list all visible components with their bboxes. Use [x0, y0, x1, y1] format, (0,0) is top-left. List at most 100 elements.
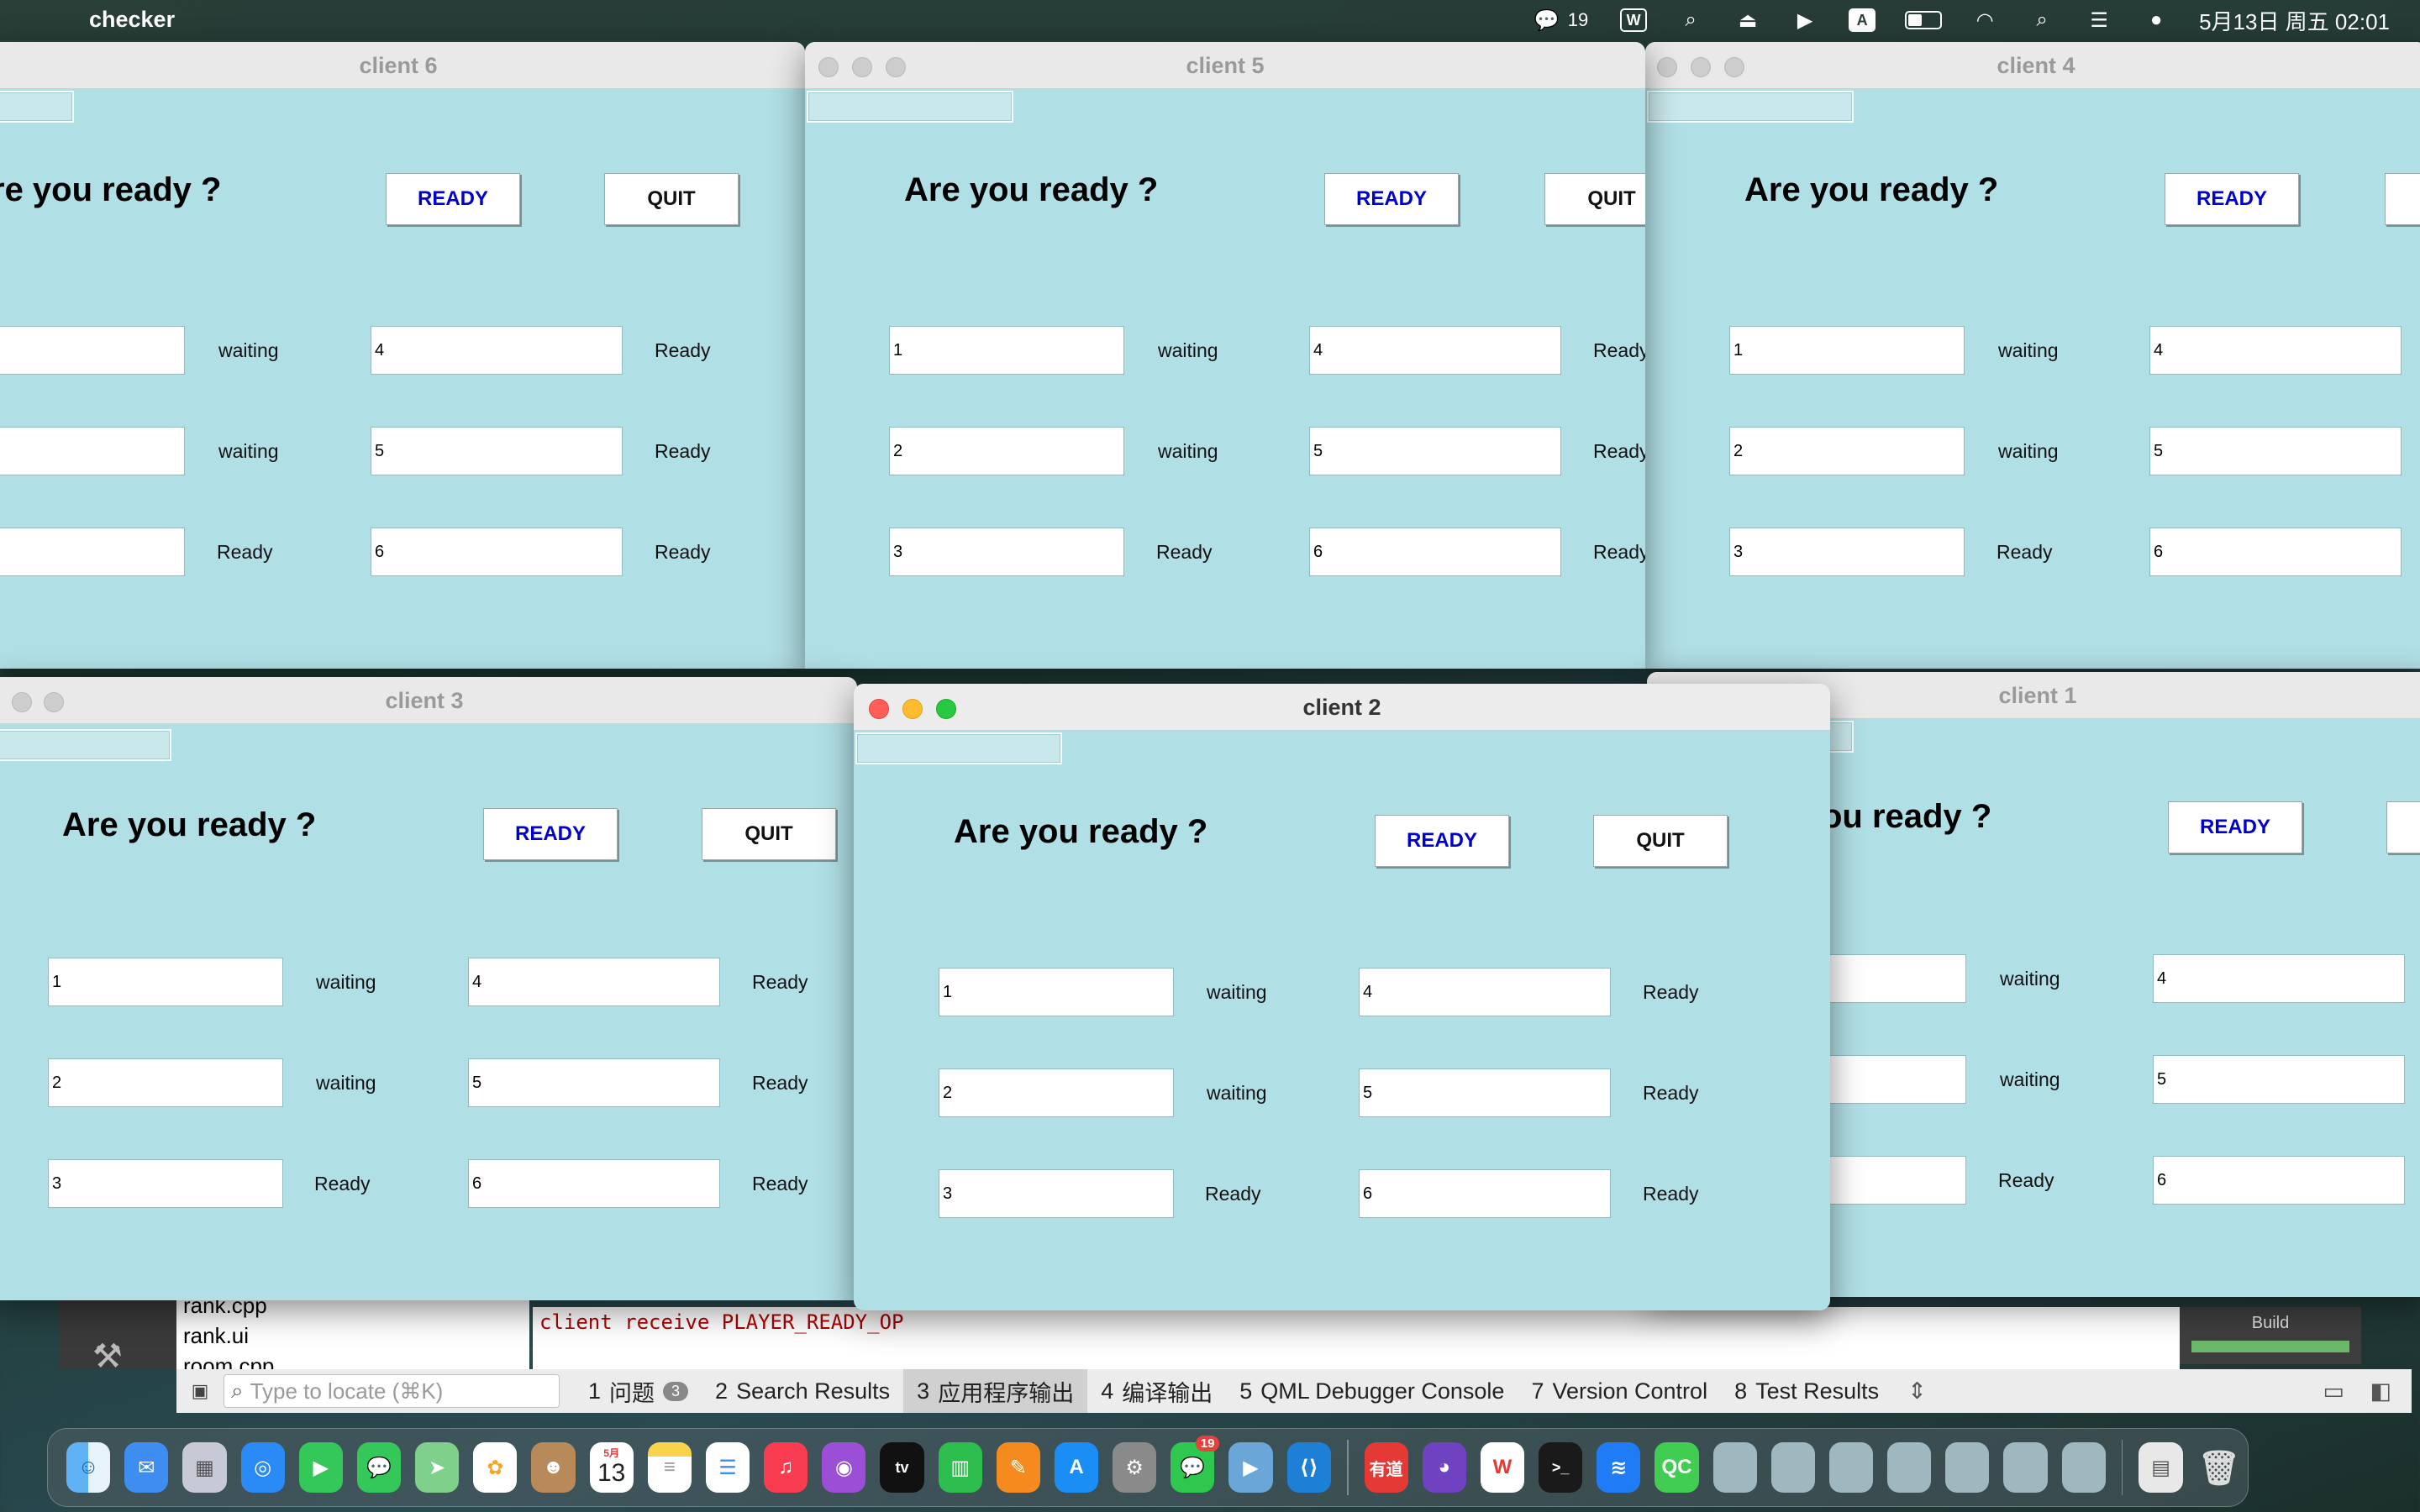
safari-icon[interactable]: ◎ — [240, 1442, 285, 1493]
player-slot-6[interactable]: 6 — [468, 1159, 720, 1208]
github-desktop-icon[interactable]: ◕ — [1422, 1442, 1466, 1493]
spotlight-search-icon[interactable]: ⌕ — [2028, 8, 2056, 32]
app-window-icon[interactable] — [1770, 1442, 1815, 1493]
tab-test-results[interactable]: 8 Test Results — [1721, 1369, 1892, 1413]
quit-button[interactable] — [2385, 173, 2420, 225]
player-slot-5[interactable]: 5 — [371, 427, 623, 475]
minimize-button[interactable] — [852, 57, 872, 77]
app-window-icon[interactable] — [1887, 1442, 1932, 1493]
minimize-button[interactable] — [902, 699, 923, 719]
player-slot-1[interactable]: 1 — [939, 968, 1174, 1016]
window-title[interactable]: client 3 — [0, 677, 857, 724]
app-store-icon[interactable]: A — [1054, 1442, 1099, 1493]
podcasts-icon[interactable]: ◉ — [822, 1442, 866, 1493]
app-window-icon[interactable] — [2061, 1442, 2106, 1493]
ready-button[interactable]: READY — [1375, 815, 1509, 867]
terminal-icon[interactable]: >_ — [1539, 1442, 1583, 1493]
tab-application-output[interactable]: 3 应用程序输出 — [903, 1369, 1088, 1413]
menu-clock[interactable]: 5月13日 周五 02:01 — [2199, 5, 2390, 36]
quit-button[interactable] — [2386, 801, 2420, 853]
window-title[interactable]: client 6 — [0, 42, 805, 89]
player-slot-5[interactable]: 5 — [1309, 427, 1561, 475]
player-slot-5[interactable]: 5 — [1359, 1068, 1611, 1117]
ready-button[interactable]: READY — [483, 808, 618, 860]
player-slot-5[interactable]: 5 — [468, 1058, 720, 1107]
messages-icon[interactable]: 💬 — [356, 1442, 402, 1493]
player-slot-6[interactable]: 6 — [2149, 528, 2402, 576]
tab-issues[interactable]: 1 问题 3 — [575, 1369, 702, 1413]
close-button[interactable] — [818, 57, 839, 77]
player-slot-2[interactable] — [0, 427, 185, 475]
player-slot-2[interactable]: 2 — [939, 1068, 1174, 1117]
zoom-button[interactable] — [886, 57, 906, 77]
player-slot-6[interactable]: 6 — [2153, 1156, 2405, 1205]
system-preferences-icon[interactable]: ⚙ — [1113, 1442, 1157, 1493]
player-slot-3[interactable]: 3 — [889, 528, 1124, 576]
file-item[interactable]: rank.ui — [183, 1320, 529, 1351]
quit-button[interactable]: QUIT — [1593, 815, 1728, 867]
wifi-icon[interactable]: ◠ — [1970, 8, 1999, 32]
player-slot-3[interactable]: 3 — [939, 1169, 1174, 1218]
eject-icon[interactable]: ⏏ — [1733, 8, 1762, 32]
top-input-field[interactable] — [807, 91, 1013, 123]
wps-status-icon[interactable]: W — [1619, 8, 1648, 32]
player-slot-6[interactable]: 6 — [371, 528, 623, 576]
downloads-stack-icon[interactable]: ▤ — [2139, 1442, 2183, 1493]
player-slot-3[interactable] — [0, 528, 185, 576]
close-button[interactable] — [1657, 57, 1677, 77]
youdao-icon[interactable]: 有道 — [1364, 1442, 1408, 1493]
ready-button[interactable]: READY — [386, 173, 520, 225]
window-title[interactable]: client 2 — [854, 684, 1830, 731]
app-window-icon[interactable] — [1712, 1442, 1757, 1493]
ready-button[interactable]: READY — [2168, 801, 2302, 853]
player-slot-1[interactable]: 1 — [889, 326, 1124, 375]
player-slot-6[interactable]: 6 — [1359, 1169, 1611, 1218]
contacts-icon[interactable]: ☻ — [531, 1442, 576, 1493]
reminders-icon[interactable]: ☰ — [705, 1442, 750, 1493]
top-input-field[interactable] — [1647, 91, 1854, 123]
zoom-button[interactable] — [1724, 57, 1744, 77]
player-slot-2[interactable]: 2 — [889, 427, 1124, 475]
app-window-icon[interactable] — [2003, 1442, 2048, 1493]
maximize-panel-icon[interactable]: ▭ — [2323, 1378, 2344, 1404]
launchpad-icon[interactable]: ▦ — [182, 1442, 227, 1493]
player-slot-4[interactable]: 4 — [2153, 954, 2405, 1003]
player-slot-4[interactable]: 4 — [2149, 326, 2402, 375]
vscode-icon[interactable]: ⟨⟩ — [1286, 1442, 1331, 1493]
player-slot-4[interactable]: 4 — [1359, 968, 1611, 1016]
trash-icon[interactable]: 🗑 — [2197, 1442, 2241, 1493]
player-slot-4[interactable]: 4 — [468, 958, 720, 1006]
player-slot-1[interactable]: 1 — [1729, 326, 1965, 375]
player-slot-4[interactable]: 4 — [1309, 326, 1561, 375]
window-title[interactable]: client 5 — [805, 42, 1645, 89]
photos-icon[interactable]: ✿ — [473, 1442, 518, 1493]
wechat-icon[interactable]: 💬 19 — [1171, 1436, 1220, 1493]
chevron-updown-icon[interactable]: ⇕ — [1907, 1378, 1927, 1404]
music-icon[interactable]: ♫ — [764, 1442, 808, 1493]
ready-button[interactable]: READY — [1324, 173, 1459, 225]
apple-tv-icon[interactable]: tv — [880, 1442, 924, 1493]
tab-qml-debugger[interactable]: 5 QML Debugger Console — [1226, 1369, 1518, 1413]
close-button[interactable] — [12, 692, 32, 712]
app-name[interactable]: checker — [89, 7, 175, 33]
siri-icon[interactable]: ● — [2142, 8, 2170, 32]
facetime-icon[interactable]: ▶ — [298, 1442, 343, 1493]
player-slot-5[interactable]: 5 — [2149, 427, 2402, 475]
battery-icon[interactable] — [1905, 11, 1943, 29]
quit-button[interactable]: QUIT — [1544, 173, 1645, 225]
notes-icon[interactable]: ≡ — [647, 1442, 692, 1493]
split-panel-icon[interactable]: ◧ — [2370, 1378, 2391, 1404]
ready-button[interactable]: READY — [2165, 173, 2299, 225]
close-button[interactable] — [869, 699, 889, 719]
lark-icon[interactable]: ≋ — [1597, 1442, 1641, 1493]
mail-icon[interactable]: ✉ — [124, 1442, 169, 1493]
hammer-icon[interactable]: ⚒ — [92, 1337, 123, 1376]
minimize-button[interactable] — [44, 692, 64, 712]
player-slot-6[interactable]: 6 — [1309, 528, 1561, 576]
screenshot-icon[interactable]: ⌕ — [1676, 8, 1705, 32]
player-slot-2[interactable]: 2 — [1729, 427, 1965, 475]
top-input-field[interactable] — [855, 732, 1062, 764]
tab-version-control[interactable]: 7 Version Control — [1518, 1369, 1721, 1413]
input-method-icon[interactable]: A — [1848, 8, 1876, 32]
wps-office-icon[interactable]: W — [1480, 1442, 1525, 1493]
